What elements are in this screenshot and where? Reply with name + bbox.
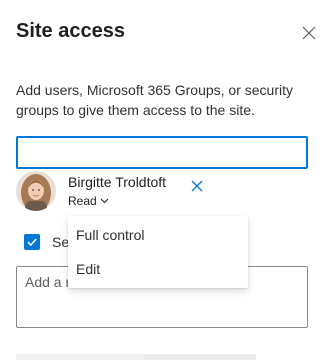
checkmark-icon [27, 238, 37, 247]
add-button[interactable] [16, 354, 144, 360]
notify-checkbox-label: Se [52, 234, 70, 250]
remove-user-button[interactable] [190, 179, 204, 193]
permission-label: Read [68, 194, 97, 208]
notify-row: Se [24, 233, 69, 251]
people-picker-input[interactable] [16, 136, 308, 169]
cancel-button[interactable] [144, 354, 256, 360]
chevron-down-icon [100, 198, 109, 204]
panel-title: Site access [16, 20, 125, 42]
close-icon [302, 26, 316, 40]
user-name: Birgitte Troldtoft [68, 174, 167, 190]
selected-user-persona: Birgitte Troldtoft Read [16, 171, 316, 211]
permission-dropdown-button[interactable]: Read [68, 194, 109, 208]
footer-buttons [16, 354, 256, 360]
close-icon [191, 180, 203, 192]
site-access-panel: Site access Add users, Microsoft 365 Gro… [0, 0, 327, 360]
menu-item-full-control[interactable]: Full control [68, 218, 248, 252]
notify-checkbox[interactable] [24, 234, 40, 250]
menu-item-edit[interactable]: Edit [68, 252, 248, 286]
panel-description: Add users, Microsoft 365 Groups, or secu… [16, 82, 293, 118]
permission-menu: Full control Edit [68, 216, 248, 288]
close-button[interactable] [301, 25, 317, 41]
avatar [16, 171, 56, 211]
